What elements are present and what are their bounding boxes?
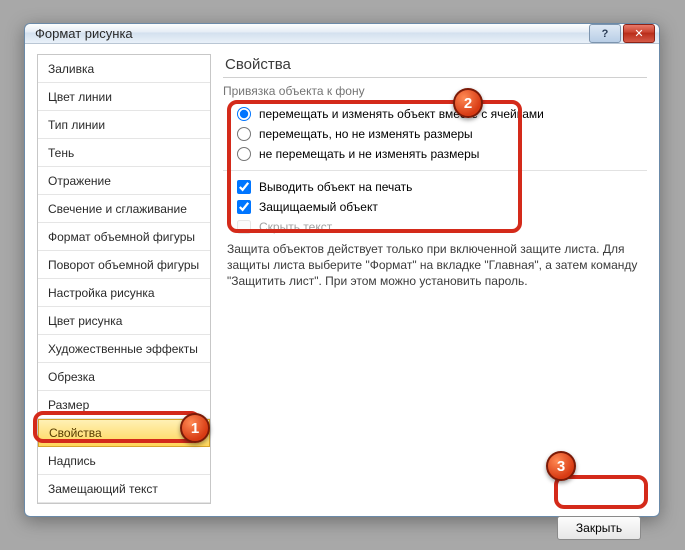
radio-input[interactable] [237,107,251,121]
sidebar-item-3d-rotation[interactable]: Поворот объемной фигуры [38,251,210,279]
radio-label: не перемещать и не изменять размеры [259,147,479,161]
sidebar-item-label: Тень [48,146,74,160]
checkbox-input[interactable] [237,200,251,214]
sidebar-item-picture-color[interactable]: Цвет рисунка [38,307,210,335]
sidebar-item-line-type[interactable]: Тип линии [38,111,210,139]
sidebar-item-label: Надпись [48,454,96,468]
sidebar-item-picture-corrections[interactable]: Настройка рисунка [38,279,210,307]
sidebar-item-fill[interactable]: Заливка [38,55,210,83]
close-icon: ✕ [634,27,643,40]
check-print-object[interactable]: Выводить объект на печать [223,177,647,197]
radio-move-and-size[interactable]: перемещать и изменять объект вместе с яч… [223,104,647,124]
radio-label: перемещать, но не изменять размеры [259,127,473,141]
check-hide-text: Скрыть текст [223,217,647,237]
dialog-footer: Закрыть [25,516,659,550]
sidebar-item-shadow[interactable]: Тень [38,139,210,167]
sidebar-item-line-color[interactable]: Цвет линии [38,83,210,111]
help-icon: ? [602,28,609,40]
sidebar-item-label: Формат объемной фигуры [48,230,195,244]
checkbox-input[interactable] [237,180,251,194]
sidebar-item-alt-text[interactable]: Замещающий текст [38,475,210,503]
sidebar-item-3d-format[interactable]: Формат объемной фигуры [38,223,210,251]
sidebar-item-reflection[interactable]: Отражение [38,167,210,195]
checkbox-label: Выводить объект на печать [259,180,412,194]
titlebar: Формат рисунка ? ✕ [25,24,659,44]
sidebar-item-label: Художественные эффекты [48,342,198,356]
protection-note: Защита объектов действует только при вкл… [223,237,647,290]
sidebar-item-label: Свойства [49,426,102,440]
sidebar-item-label: Свечение и сглаживание [48,202,187,216]
callout-badge-2: 2 [453,88,483,118]
checkbox-label: Защищаемый объект [259,200,378,214]
sidebar-item-label: Размер [48,398,89,412]
radio-label: перемещать и изменять объект вместе с яч… [259,107,544,121]
sidebar-item-label: Замещающий текст [48,482,158,496]
sidebar-item-label: Отражение [48,174,111,188]
sidebar-item-glow[interactable]: Свечение и сглаживание [38,195,210,223]
sidebar-item-label: Обрезка [48,370,95,384]
sidebar-item-label: Цвет линии [48,90,112,104]
check-locked[interactable]: Защищаемый объект [223,197,647,217]
dialog-body: Заливка Цвет линии Тип линии Тень Отраже… [25,44,659,516]
separator [223,170,647,171]
radio-no-move-no-size[interactable]: не перемещать и не изменять размеры [223,144,647,164]
radio-input[interactable] [237,127,251,141]
sidebar-item-crop[interactable]: Обрезка [38,363,210,391]
pane-title: Свойства [223,54,647,78]
window-title: Формат рисунка [35,26,587,41]
sidebar-item-artistic-effects[interactable]: Художественные эффекты [38,335,210,363]
checkbox-input [237,220,251,234]
radio-input[interactable] [237,147,251,161]
properties-pane: Свойства Привязка объекта к фону перемещ… [223,54,647,504]
callout-badge-3: 3 [546,451,576,481]
format-picture-dialog: Формат рисунка ? ✕ Заливка Цвет линии Ти… [24,23,660,517]
sidebar-item-textbox[interactable]: Надпись [38,447,210,475]
sidebar-item-size[interactable]: Размер [38,391,210,419]
close-window-button[interactable]: ✕ [623,24,655,43]
sidebar-item-label: Поворот объемной фигуры [48,258,199,272]
close-button[interactable]: Закрыть [557,516,641,540]
checkbox-label: Скрыть текст [259,220,332,234]
sidebar-item-label: Заливка [48,62,94,76]
sidebar-item-label: Тип линии [48,118,105,132]
help-button[interactable]: ? [589,24,621,43]
group-label-positioning: Привязка объекта к фону [223,84,647,98]
sidebar-item-label: Настройка рисунка [48,286,155,300]
sidebar-item-label: Цвет рисунка [48,314,122,328]
callout-badge-1: 1 [180,413,210,443]
radio-move-no-size[interactable]: перемещать, но не изменять размеры [223,124,647,144]
